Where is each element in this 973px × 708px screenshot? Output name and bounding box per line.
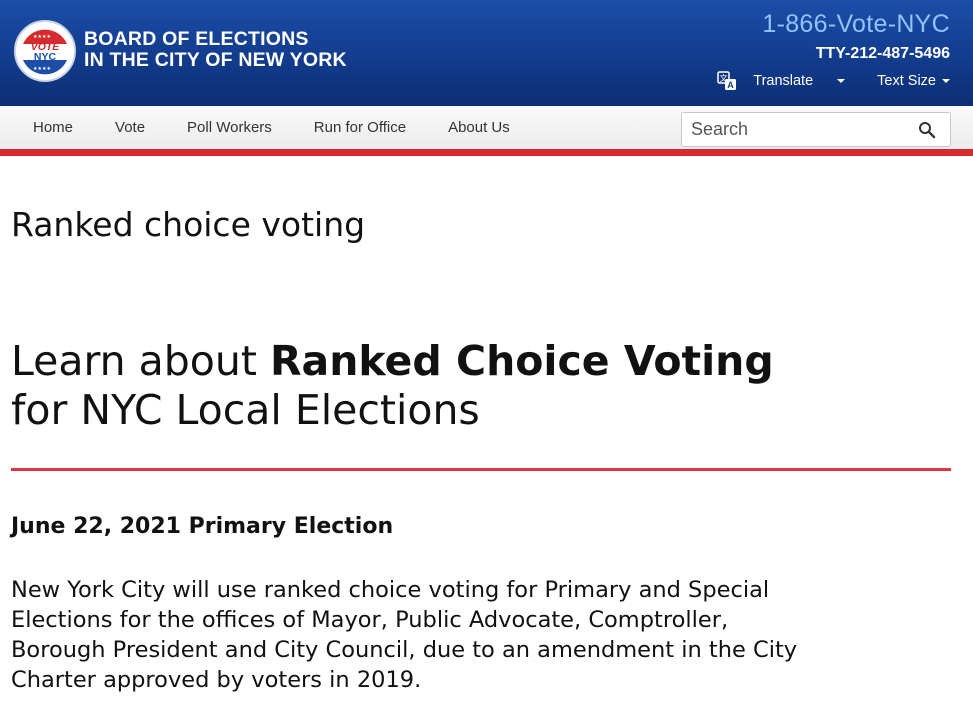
nav-item-home[interactable]: Home bbox=[12, 119, 94, 136]
search-form bbox=[681, 112, 951, 147]
nav-item-run-for-office[interactable]: Run for Office bbox=[293, 119, 427, 136]
nav-item-about-us[interactable]: About Us bbox=[427, 119, 531, 136]
vote-nyc-logo[interactable]: ★★★★ ★★★★ VOTE NYC bbox=[14, 20, 76, 82]
site-header: ★★★★ ★★★★ VOTE NYC BOARD OF ELECTIONS IN… bbox=[0, 0, 973, 106]
nav-item-vote[interactable]: Vote bbox=[94, 119, 166, 136]
translate-chevron-down-icon[interactable] bbox=[837, 79, 846, 83]
svg-text:★★★★: ★★★★ bbox=[33, 34, 51, 40]
vote-nyc-badge-icon: ★★★★ ★★★★ VOTE NYC bbox=[19, 25, 71, 77]
page-title: Ranked choice voting bbox=[11, 205, 366, 244]
svg-text:A: A bbox=[728, 80, 735, 90]
hotline-phone-link[interactable]: 1-866-Vote-NYC bbox=[762, 10, 950, 39]
tty-phone-number[interactable]: TTY-212-487-5496 bbox=[816, 45, 950, 63]
section-heading: June 22, 2021 Primary Election bbox=[11, 514, 394, 539]
translate-icon: 文 A bbox=[717, 71, 737, 90]
text-size-chevron-down-icon[interactable] bbox=[942, 79, 950, 83]
hero-emphasis: Ranked Choice Voting bbox=[269, 337, 774, 385]
utility-toolbar: 文 A Translate Text Size bbox=[717, 70, 950, 92]
main-navigation: Home Vote Poll Workers Run for Office Ab… bbox=[0, 106, 973, 156]
search-icon[interactable] bbox=[918, 121, 936, 139]
text-size-dropdown[interactable]: Text Size bbox=[877, 73, 936, 89]
logo-badge-nyc-text: NYC bbox=[34, 51, 57, 63]
translate-dropdown[interactable]: Translate bbox=[753, 73, 813, 89]
site-name-line-2: IN THE CITY OF NEW YORK bbox=[84, 49, 347, 71]
hero-second-line: for NYC Local Elections bbox=[11, 386, 480, 434]
site-name[interactable]: BOARD OF ELECTIONS IN THE CITY OF NEW YO… bbox=[84, 29, 347, 71]
hero-prefix: Learn about bbox=[11, 337, 270, 385]
svg-text:★★★★: ★★★★ bbox=[33, 66, 51, 72]
nav-item-poll-workers[interactable]: Poll Workers bbox=[166, 119, 293, 136]
nav-menu: Home Vote Poll Workers Run for Office Ab… bbox=[12, 106, 531, 149]
search-input[interactable] bbox=[682, 113, 907, 146]
section-divider bbox=[11, 468, 951, 471]
intro-paragraph: New York City will use ranked choice vot… bbox=[11, 577, 798, 693]
hero-heading: Learn about Ranked Choice Voting for NYC … bbox=[11, 337, 774, 435]
site-name-line-1: BOARD OF ELECTIONS bbox=[84, 28, 309, 50]
